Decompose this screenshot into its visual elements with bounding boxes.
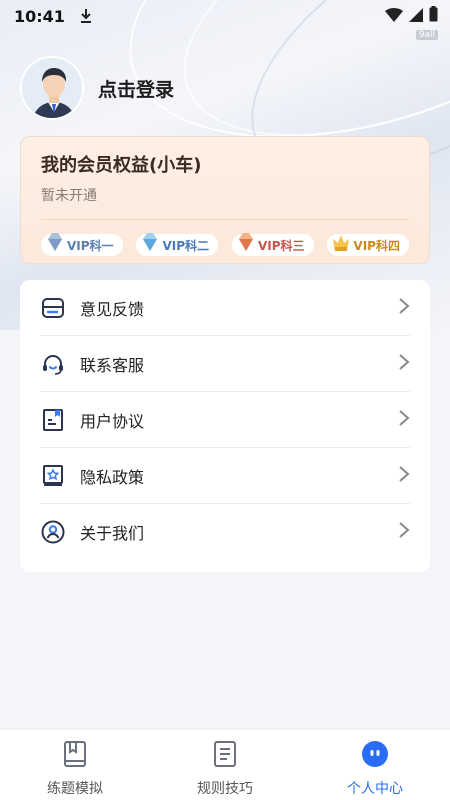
status-bar: 10:41 [0,0,450,32]
privacy-icon [40,463,66,489]
download-icon [79,8,93,24]
menu-item-label: 隐私政策 [80,467,145,487]
wifi-icon [385,7,403,26]
tab-label: 规则技巧 [197,781,253,797]
document-icon [212,740,238,772]
divider [41,219,409,220]
profile-section[interactable]: 点击登录 [20,56,174,120]
diamond-icon [238,233,253,251]
diamond-icon [48,233,62,251]
chevron-right-icon [398,465,410,487]
agreement-icon [40,407,66,433]
avatar[interactable] [20,56,84,120]
vip-badge-label: VIP科二 [162,238,210,253]
settings-menu: 意见反馈 联系客服 用户协议 隐私政策 关于我们 [20,280,430,572]
battery-icon [429,6,438,26]
tab-rules[interactable]: 规则技巧 [150,730,300,800]
vip-badge-label: VIP科一 [67,238,114,253]
menu-item-label: 联系客服 [80,355,145,375]
menu-item-user-agreement[interactable]: 用户协议 [40,392,410,448]
book-icon [62,740,88,772]
vip-badge-k4[interactable]: VIP科四 [327,234,409,256]
chevron-right-icon [398,409,410,431]
tab-practice[interactable]: 练题模拟 [0,730,150,800]
menu-item-label: 关于我们 [80,524,145,543]
signal-icon [409,7,423,26]
vip-badge-k2[interactable]: VIP科二 [136,233,219,256]
menu-item-label: 用户协议 [80,411,145,431]
chevron-right-icon [398,521,410,543]
vip-badge-label: VIP科三 [257,238,305,253]
chevron-right-icon [398,353,410,375]
menu-item-about-us[interactable]: 关于我们 [40,504,410,560]
bottom-tab-bar: 练题模拟 规则技巧 个人中心 [0,730,450,800]
status-sub-label: 9all [415,30,438,40]
vip-title: 我的会员权益(小车) [41,155,202,176]
headset-icon [40,351,66,377]
vip-badge-k3[interactable]: VIP科三 [231,233,314,256]
vip-status: 暂未开通 [41,188,97,204]
tab-label: 练题模拟 [47,781,103,797]
tab-label: 个人中心 [347,781,403,797]
status-time: 10:41 [14,6,65,26]
profile-face-icon [361,740,389,772]
feedback-icon [40,295,66,321]
crown-icon [333,235,350,251]
diamond-icon [143,233,158,251]
menu-item-customer-service[interactable]: 联系客服 [40,336,410,392]
tab-profile[interactable]: 个人中心 [300,730,450,800]
vip-badge-label: VIP科四 [353,238,400,253]
vip-badges: VIP科一 VIP科二 VIP科三 VIP科四 [41,233,409,256]
menu-item-privacy-policy[interactable]: 隐私政策 [40,448,410,504]
vip-badge-k1[interactable]: VIP科一 [41,233,123,256]
chevron-right-icon [398,297,410,319]
vip-benefits-card[interactable]: 我的会员权益(小车) 暂未开通 VIP科一 VIP科二 VIP科三 VIP科四 [20,136,430,264]
menu-item-feedback[interactable]: 意见反馈 [40,280,410,336]
login-link[interactable]: 点击登录 [98,75,174,102]
menu-item-label: 意见反馈 [80,299,145,319]
user-circle-icon [40,519,66,545]
